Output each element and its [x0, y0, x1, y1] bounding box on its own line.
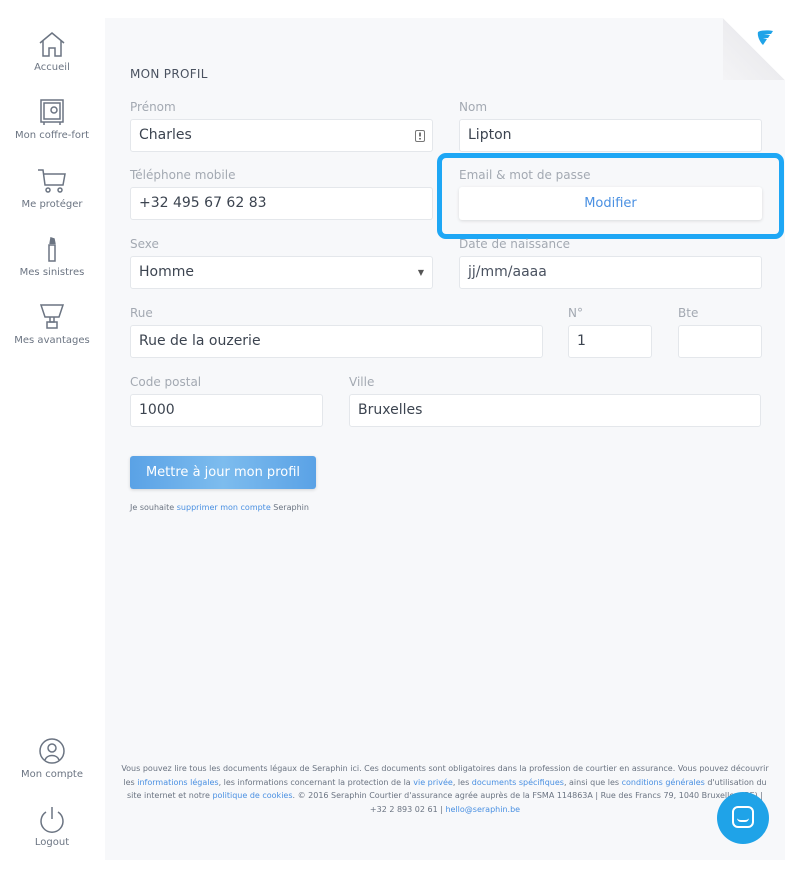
extinguisher-icon: [48, 237, 56, 262]
prenom-value: Charles: [139, 127, 192, 143]
seraphin-logo-icon: [757, 30, 773, 45]
trophy-icon: [39, 304, 65, 329]
code-postal-input[interactable]: 1000: [130, 394, 323, 427]
sidebar: Accueil Mon coffre-fort Me protéger Mes …: [0, 0, 104, 873]
ville-label: Ville: [349, 375, 375, 389]
home-icon: [39, 32, 65, 57]
page-title: MON PROFIL: [130, 67, 208, 81]
sidebar-item-label: Accueil: [34, 62, 70, 73]
naissance-label: Date de naissance: [459, 237, 571, 251]
autofill-icon: [415, 130, 425, 142]
delete-account-text: Je souhaite supprimer mon compte Seraphi…: [130, 503, 309, 512]
legal-info-link[interactable]: informations légales: [137, 778, 218, 787]
boite-input[interactable]: [678, 325, 762, 358]
sidebar-item-sinistres[interactable]: Mes sinistres: [0, 235, 104, 278]
delete-text-pre: Je souhaite: [130, 503, 177, 512]
ville-input[interactable]: Bruxelles: [349, 394, 761, 427]
sexe-label: Sexe: [130, 237, 159, 251]
terms-link[interactable]: conditions générales: [622, 778, 705, 787]
sidebar-item-coffre-fort[interactable]: Mon coffre-fort: [0, 98, 104, 141]
telephone-label: Téléphone mobile: [130, 168, 236, 182]
boite-label: Bte: [678, 306, 699, 320]
email-link[interactable]: hello@seraphin.be: [445, 805, 520, 814]
specific-docs-link[interactable]: documents spécifiques: [472, 778, 564, 787]
update-profile-button[interactable]: Mettre à jour mon profil: [130, 456, 316, 489]
power-icon: [40, 807, 64, 833]
telephone-input[interactable]: +32 495 67 62 83: [130, 187, 433, 220]
nom-input[interactable]: Lipton: [459, 119, 762, 152]
dropdown-arrow-icon: ▼: [417, 268, 424, 277]
delete-text-post: Seraphin: [270, 503, 309, 512]
page-corner: [723, 18, 785, 80]
prenom-label: Prénom: [130, 100, 176, 114]
numero-input[interactable]: 1: [568, 325, 652, 358]
sidebar-item-label: Me protéger: [21, 199, 83, 210]
sidebar-item-label: Mes sinistres: [19, 267, 85, 278]
nom-label: Nom: [459, 100, 488, 114]
code-postal-label: Code postal: [130, 375, 202, 389]
footer-text: , ainsi que les: [563, 777, 622, 787]
rue-label: Rue: [130, 306, 153, 320]
sidebar-item-me-proteger[interactable]: Me protéger: [0, 167, 104, 210]
sidebar-item-label: Mes avantages: [14, 335, 90, 346]
sidebar-item-mon-compte[interactable]: Mon compte: [0, 737, 104, 780]
legal-footer: Vous pouvez lire tous les documents léga…: [120, 762, 770, 816]
delete-account-link[interactable]: supprimer mon compte: [177, 503, 271, 512]
chat-button[interactable]: [717, 792, 769, 844]
prenom-input[interactable]: Charles: [130, 119, 433, 152]
logout-button[interactable]: Logout: [0, 805, 104, 848]
numero-label: N°: [568, 306, 583, 320]
footer-text: , les informations concernant la protect…: [218, 777, 414, 787]
cart-icon: [38, 169, 66, 193]
sidebar-item-accueil[interactable]: Accueil: [0, 30, 104, 73]
highlight-box: [437, 153, 784, 239]
sidebar-item-label: Mon compte: [20, 769, 84, 780]
rue-input[interactable]: Rue de la ouzerie: [130, 325, 543, 358]
safe-icon: [40, 99, 64, 125]
sidebar-item-label: Logout: [34, 837, 70, 848]
cookies-link[interactable]: politique de cookies: [212, 791, 292, 800]
user-icon: [39, 738, 65, 764]
footer-text: . © 2016 Seraphin Courtier d'assurance a…: [292, 791, 763, 814]
privacy-link[interactable]: vie privée: [413, 778, 453, 787]
footer-text: , les: [452, 777, 472, 787]
sexe-value: Homme: [139, 264, 194, 280]
sidebar-item-label: Mon coffre-fort: [14, 130, 90, 141]
naissance-input[interactable]: jj/mm/aaaa: [459, 256, 762, 289]
chat-icon: [732, 806, 754, 828]
sidebar-item-avantages[interactable]: Mes avantages: [0, 303, 104, 346]
sexe-select[interactable]: Homme ▼: [130, 256, 433, 289]
